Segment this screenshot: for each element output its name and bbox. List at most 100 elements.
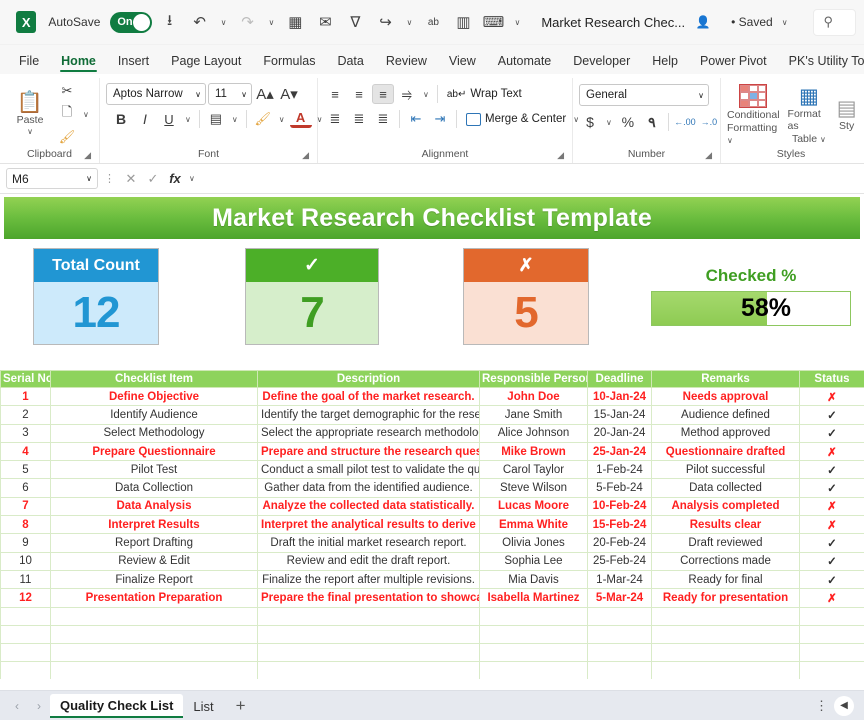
- ribbon-tab-page-layout[interactable]: Page Layout: [160, 51, 252, 74]
- copy-dropdown-icon[interactable]: ∨: [80, 110, 92, 119]
- cell-deadline[interactable]: 15-Feb-24: [587, 515, 652, 535]
- cell-responsible-person[interactable]: Lucas Moore: [479, 496, 588, 517]
- cell-deadline[interactable]: 1-Mar-24: [587, 569, 652, 590]
- autosave-toggle[interactable]: On: [110, 11, 152, 33]
- add-sheet-button[interactable]: +: [224, 696, 258, 716]
- cell-styles-button[interactable]: ▤ Sty: [838, 98, 855, 132]
- cell-deadline[interactable]: 10-Jan-24: [587, 386, 652, 407]
- cancel-entry-icon[interactable]: ✕: [120, 171, 142, 187]
- cell-empty[interactable]: [0, 643, 51, 663]
- cell-responsible-person[interactable]: Olivia Jones: [479, 533, 588, 553]
- cell-checklist-item[interactable]: Identify Audience: [50, 405, 258, 425]
- conditional-formatting-button[interactable]: Conditional Formatting ∨: [727, 84, 780, 146]
- paste-button[interactable]: 📋 Paste ∨: [6, 92, 54, 136]
- col-header-deadline[interactable]: Deadline: [587, 370, 652, 388]
- cell-remarks[interactable]: Corrections made: [651, 551, 800, 571]
- cell-empty[interactable]: [0, 606, 51, 626]
- increase-decimal-icon[interactable]: ←.00: [674, 112, 696, 132]
- cell-deadline[interactable]: 25-Jan-24: [587, 441, 652, 462]
- number-format-select[interactable]: General ∨: [579, 84, 709, 106]
- cell-empty[interactable]: [799, 606, 864, 626]
- currency-format-icon[interactable]: $: [579, 112, 601, 132]
- format-as-table-button[interactable]: ▦ Format as Table ∨: [788, 86, 831, 145]
- align-right-icon[interactable]: ≣: [372, 109, 394, 129]
- font-size-select[interactable]: 11 ∨: [208, 83, 252, 105]
- ribbon-tab-automate[interactable]: Automate: [487, 51, 563, 74]
- cell-responsible-person[interactable]: Jane Smith: [479, 405, 588, 425]
- cell-description[interactable]: Define the goal of the market research.: [257, 386, 480, 407]
- clipboard-dialog-launcher-icon[interactable]: ◢: [84, 150, 91, 161]
- ribbon-tab-review[interactable]: Review: [375, 51, 438, 74]
- cell-status[interactable]: ✗: [799, 515, 864, 535]
- cell-empty[interactable]: [479, 624, 588, 645]
- alignment-dialog-launcher-icon[interactable]: ◢: [557, 150, 564, 161]
- ribbon-tab-file[interactable]: File: [8, 51, 50, 74]
- cell-description[interactable]: Conduct a small pilot test to validate t…: [257, 460, 480, 480]
- cell-status[interactable]: ✓: [799, 405, 864, 425]
- cell-checklist-item[interactable]: Presentation Preparation: [50, 588, 258, 608]
- table-row[interactable]: 11 Finalize Report Finalize the report aft…: [0, 569, 864, 590]
- align-left-icon[interactable]: ≣: [324, 109, 346, 129]
- calculator-icon[interactable]: ⌨: [481, 9, 505, 35]
- redo-icon[interactable]: ↷: [235, 9, 259, 35]
- table-row[interactable]: 10 Review & Edit Review and edit the draft…: [0, 551, 864, 571]
- cell-status[interactable]: ✗: [799, 588, 864, 608]
- ribbon-tab-formulas[interactable]: Formulas: [252, 51, 326, 74]
- align-middle-icon[interactable]: ≡: [348, 84, 370, 104]
- cell-checklist-item[interactable]: Select Methodology: [50, 423, 258, 443]
- horizontal-scroll-left-icon[interactable]: ◀: [834, 695, 854, 716]
- cell-status[interactable]: ✓: [799, 569, 864, 590]
- undo-icon[interactable]: ↶: [188, 9, 212, 35]
- cell-empty[interactable]: [799, 643, 864, 663]
- cell-empty[interactable]: [587, 661, 652, 679]
- fill-color-dropdown-icon[interactable]: ∨: [276, 115, 288, 124]
- formula-input[interactable]: [197, 168, 858, 189]
- cell-description[interactable]: Gather data from the identified audience…: [257, 478, 480, 498]
- cell-serial-no[interactable]: 8: [0, 515, 51, 535]
- cell-empty[interactable]: [799, 624, 864, 645]
- cell-empty[interactable]: [587, 643, 652, 663]
- cell-empty[interactable]: [257, 643, 480, 663]
- pivot-table-icon[interactable]: ▥: [451, 9, 475, 35]
- number-dialog-launcher-icon[interactable]: ◢: [705, 150, 712, 161]
- cell-remarks[interactable]: Audience defined: [651, 405, 800, 425]
- cell-serial-no[interactable]: 6: [0, 478, 51, 498]
- sheet-tab-list[interactable]: List: [183, 695, 223, 717]
- cell-description[interactable]: Review and edit the draft report.: [257, 551, 480, 571]
- cell-empty[interactable]: [651, 624, 800, 645]
- cell-empty[interactable]: [479, 643, 588, 663]
- cell-status[interactable]: ✓: [799, 478, 864, 498]
- table-icon[interactable]: ▦: [283, 9, 307, 35]
- table-row[interactable]: 7 Data Analysis Analyze the collected data…: [0, 496, 864, 517]
- cell-remarks[interactable]: Method approved: [651, 423, 800, 443]
- cell-remarks[interactable]: Needs approval: [651, 386, 800, 407]
- cell-remarks[interactable]: Results clear: [651, 515, 800, 535]
- table-row[interactable]: 6 Data Collection Gather data from the ide…: [0, 478, 864, 498]
- wrap-text-button[interactable]: ab↵ Wrap Text: [443, 86, 526, 102]
- share-dropdown-icon[interactable]: ∨: [404, 18, 416, 27]
- cell-serial-no[interactable]: 11: [0, 569, 51, 590]
- comma-format-icon[interactable]: ٩: [641, 112, 663, 132]
- underline-dropdown-icon[interactable]: ∨: [182, 115, 194, 124]
- cell-empty[interactable]: [587, 606, 652, 626]
- ribbon-tab-power-pivot[interactable]: Power Pivot: [689, 51, 778, 74]
- ribbon-tab-help[interactable]: Help: [641, 51, 689, 74]
- redo-dropdown-icon[interactable]: ∨: [266, 18, 278, 27]
- col-header-status[interactable]: Status: [799, 370, 864, 388]
- col-header-responsible-person[interactable]: Responsible Person: [479, 370, 588, 388]
- cell-remarks[interactable]: Questionnaire drafted: [651, 441, 800, 462]
- cell-serial-no[interactable]: 1: [0, 386, 51, 407]
- cell-empty[interactable]: [257, 661, 480, 679]
- sheet-tab-quality-check-list[interactable]: Quality Check List: [50, 693, 184, 718]
- fill-color-icon[interactable]: 🖌: [252, 109, 274, 129]
- cell-checklist-item[interactable]: Data Analysis: [50, 496, 258, 517]
- increase-font-size-icon[interactable]: A▴: [254, 84, 276, 104]
- cell-checklist-item[interactable]: Pilot Test: [50, 460, 258, 480]
- cell-description[interactable]: Identify the target demographic for the …: [257, 405, 480, 425]
- filter-icon[interactable]: ∇: [343, 9, 367, 35]
- cell-description[interactable]: Prepare and structure the research quest…: [257, 441, 480, 462]
- cell-empty[interactable]: [651, 661, 800, 679]
- cell-responsible-person[interactable]: Alice Johnson: [479, 423, 588, 443]
- saved-dropdown-icon[interactable]: ∨: [779, 18, 791, 27]
- cell-status[interactable]: ✗: [799, 386, 864, 407]
